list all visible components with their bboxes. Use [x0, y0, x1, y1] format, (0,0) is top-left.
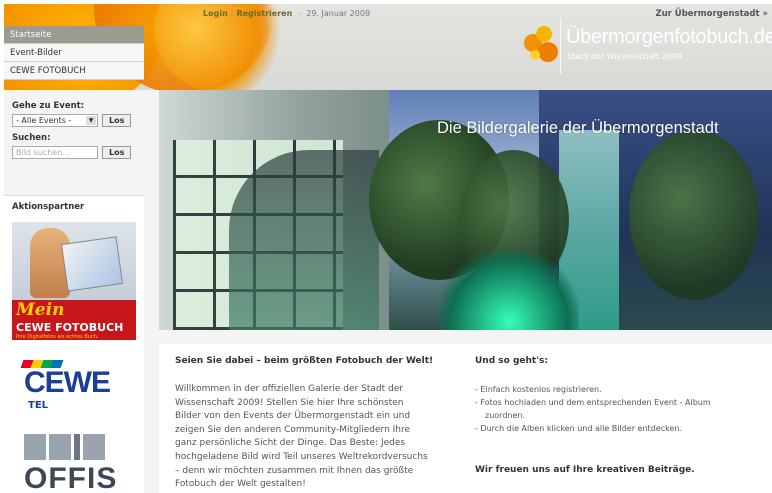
- logo-subtitle: Stadt der Wissenschaft 2009: [567, 52, 683, 61]
- intro-line: Willkommen in der offiziellen Galerie de…: [175, 384, 403, 394]
- topbar-dash: -: [297, 9, 301, 18]
- hero-green-light: [439, 250, 579, 330]
- event-select[interactable]: - Alle Events - ▼: [12, 114, 98, 127]
- howto-step: - Durch die Alben klicken und alle Bilde…: [475, 424, 682, 433]
- offis-logo[interactable]: OFFIS: [24, 434, 134, 493]
- partners-title: Aktionspartner: [12, 202, 85, 212]
- hero-curved-facade: [229, 150, 379, 330]
- ad-small-text: Ihre Digitalfotos als echtes Buch.: [16, 334, 99, 340]
- page: Login | Registrieren - 29. Januar 2009 Zur…: [4, 4, 772, 493]
- intro-line: – denn wir möchten zusammen mit Ihnen da…: [175, 465, 414, 476]
- intro-line: zeigen Sie den anderen Community-Mitglie…: [175, 424, 411, 435]
- ad-book-image: [60, 236, 124, 292]
- partners-box: Aktionspartner Mein CEWE FOTOBUCH Ihre D…: [4, 195, 144, 493]
- chevron-down-icon: ▼: [86, 116, 96, 125]
- howto-step: - Fotos hochladen und dem entsprechenden…: [475, 398, 711, 407]
- intro-column: Seien Sie dabei – beim größten Fotobuch …: [175, 356, 471, 492]
- offis-bars-icon: [24, 434, 134, 460]
- intro-heading: Seien Sie dabei – beim größten Fotobuch …: [175, 356, 434, 366]
- howto-column: Und so geht's: - Einfach kostenlos regis…: [475, 356, 765, 475]
- closing-text: Wir freuen uns auf Ihre kreativen Beiträ…: [475, 465, 695, 475]
- search-go-button[interactable]: Los: [102, 146, 132, 159]
- ad-cewe-text: CEWE FOTOBUCH: [16, 321, 124, 334]
- intro-line: ganz persönliche Sicht der Dinge. Das Be…: [175, 438, 406, 449]
- intro-line: Fotobuch der Welt gestalten!: [175, 479, 306, 490]
- intro-text: Willkommen in der offiziellen Galerie de…: [175, 383, 471, 492]
- event-box-title: Gehe zu Event:: [12, 101, 85, 111]
- intro-line: hochgeladene Bild wird Teil unseres Welt…: [175, 451, 428, 462]
- login-link[interactable]: Login: [203, 9, 228, 18]
- topbar: Login | Registrieren - 29. Januar 2009: [203, 9, 370, 18]
- howto-heading: Und so geht's:: [475, 356, 548, 366]
- site-logo[interactable]: Übermorgenfotobuch.de Stadt der Wissensc…: [520, 18, 772, 78]
- event-box: Gehe zu Event: - Alle Events - ▼ Los Suc…: [4, 95, 144, 165]
- cewe-fotobuch-ad[interactable]: Mein CEWE FOTOBUCH Ihre Digitalfotos als…: [12, 222, 136, 340]
- howto-step: zuordnen.: [485, 411, 525, 420]
- intro-line: Wissenschaft 2009! Stellen Sie hier Ihre…: [175, 397, 404, 408]
- main-nav: Startseite Event-Bilder CEWE FOTOBUCH: [4, 26, 144, 80]
- intro-line: Bilder von den Events der Übermorgenstad…: [175, 411, 411, 422]
- nav-item-cewe-fotobuch[interactable]: CEWE FOTOBUCH: [4, 62, 144, 80]
- register-link[interactable]: Registrieren: [236, 9, 292, 18]
- event-select-value: - Alle Events -: [16, 116, 72, 125]
- ad-mein-text: Mein: [16, 300, 65, 320]
- topbar-separator: |: [230, 9, 234, 18]
- hero-image: Die Bildergalerie der Übermorgenstadt: [159, 90, 772, 330]
- hero-title: Die Bildergalerie der Übermorgenstadt: [437, 119, 719, 137]
- logo-title: Übermorgenfotobuch.de: [566, 26, 772, 48]
- howto-list: - Einfach kostenlos registrieren. - Foto…: [475, 383, 765, 435]
- nav-item-event-bilder[interactable]: Event-Bilder: [4, 44, 144, 62]
- topbar-date: 29. Januar 2009: [306, 9, 371, 18]
- cewe-tel-logo[interactable]: CEWE TEL: [18, 356, 128, 414]
- search-input[interactable]: Bild suchen...: [12, 146, 98, 159]
- hero-tree: [629, 130, 759, 300]
- cewe-tel-word: CEWE: [24, 366, 111, 399]
- howto-step: - Einfach kostenlos registrieren.: [475, 385, 602, 394]
- cewe-tel-sub: TEL: [28, 400, 49, 411]
- offis-word: OFFIS: [24, 462, 118, 493]
- logo-dots-icon: [524, 26, 560, 62]
- logo-divider: [560, 18, 561, 74]
- search-box-title: Suchen:: [12, 133, 51, 143]
- main-content: Seien Sie dabei – beim größten Fotobuch …: [159, 344, 772, 493]
- nav-item-startseite[interactable]: Startseite: [4, 26, 144, 44]
- event-go-button[interactable]: Los: [102, 114, 132, 127]
